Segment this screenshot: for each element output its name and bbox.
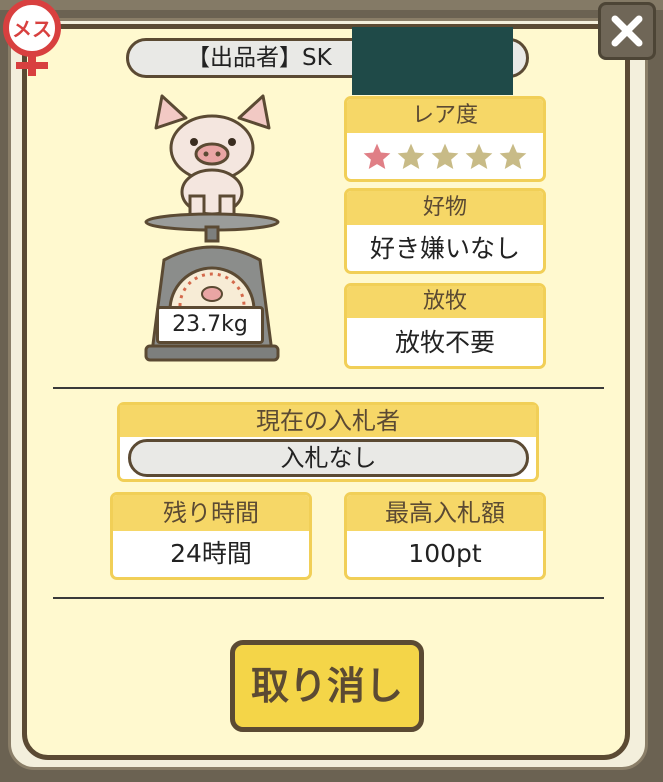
divider-top (53, 387, 604, 389)
pig-icon (154, 94, 271, 220)
current-bidder-header: 現在の入札者 (120, 405, 536, 437)
rarity-stars (347, 133, 543, 179)
top-bid-value: 100pt (408, 539, 482, 568)
close-button[interactable] (598, 2, 656, 60)
time-left-header: 残り時間 (113, 495, 309, 531)
female-icon: メス (3, 0, 61, 76)
favorite-header: 好物 (347, 191, 543, 225)
star-empty-icon (499, 143, 527, 169)
rarity-header: レア度 (347, 99, 543, 133)
top-bid-box: 最高入札額 100pt (344, 492, 546, 580)
grazing-value: 放牧不要 (394, 328, 495, 357)
seller-label: 【出品者】SK (187, 45, 332, 71)
time-left-value: 24時間 (170, 539, 252, 568)
favorite-value: 好き嫌いなし (369, 234, 520, 263)
star-empty-icon (431, 143, 459, 169)
grazing-header: 放牧 (347, 286, 543, 318)
weight-display: 23.7kg (156, 306, 264, 344)
cancel-button[interactable]: 取り消し (230, 640, 424, 732)
gender-badge-text: メス (12, 17, 52, 41)
rarity-box: レア度 (344, 96, 546, 182)
star-filled-icon (363, 143, 391, 169)
weight-value: 23.7kg (172, 312, 248, 337)
favorite-box: 好物 好き嫌いなし (344, 188, 546, 274)
redaction-block (352, 27, 513, 95)
star-empty-icon (397, 143, 425, 169)
divider-bottom (53, 597, 604, 599)
current-bidder-value: 入札なし (128, 439, 529, 477)
current-bidder-box: 現在の入札者 入札なし (117, 402, 539, 482)
time-left-box: 残り時間 24時間 (110, 492, 312, 580)
star-empty-icon (465, 143, 493, 169)
top-bid-header: 最高入札額 (347, 495, 543, 531)
grazing-box: 放牧 放牧不要 (344, 283, 546, 369)
close-icon (611, 15, 643, 47)
